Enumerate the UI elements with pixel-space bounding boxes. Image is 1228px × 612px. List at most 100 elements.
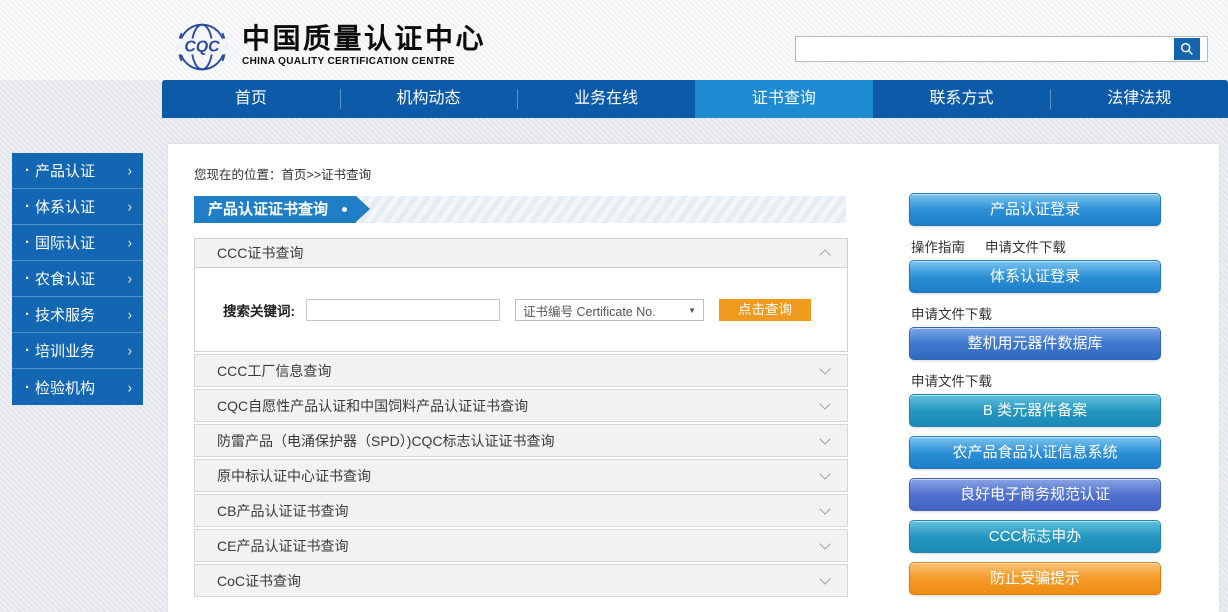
ecommerce-certification-button[interactable]: 良好电子商务规范认证 <box>909 478 1161 511</box>
breadcrumb-prefix: 您现在的位置： <box>194 168 282 182</box>
bullet-icon: · <box>25 270 30 287</box>
ccc-query-form: 搜索关键词: 证书编号 Certificate No. ▼ 点击查询 <box>223 299 811 321</box>
accordion-row-label: CB产品认证证书查询 <box>217 501 348 521</box>
sidebar-item-technical-services[interactable]: · 技术服务 › <box>12 297 143 333</box>
sidebar: · 产品认证 › · 体系认证 › · 国际认证 › · 农食认证 › · 技术… <box>12 153 143 405</box>
accordion-row-ce-certificate[interactable]: CE产品认证证书查询 <box>194 529 848 562</box>
keyword-label: 搜索关键词: <box>223 300 295 320</box>
application-download-link[interactable]: 申请文件下载 <box>911 303 992 319</box>
operation-guide-link[interactable]: 操作指南 <box>911 236 965 252</box>
sidebar-item-label: 产品认证 <box>35 160 95 181</box>
sidebar-item-label: 检验机构 <box>35 377 95 398</box>
sidebar-item-international-certification[interactable]: · 国际认证 › <box>12 225 143 261</box>
system-certification-login-button[interactable]: 体系认证登录 <box>909 260 1161 293</box>
accordion-row-label: CoC证书查询 <box>217 571 301 591</box>
nav-item-home[interactable]: 首页 <box>162 80 340 118</box>
chevron-down-icon <box>819 538 830 549</box>
accordion-row-label: CCC工厂信息查询 <box>217 361 331 381</box>
accordion-row-cb-certificate[interactable]: CB产品认证证书查询 <box>194 494 848 527</box>
bullet-icon: · <box>25 234 30 251</box>
chevron-right-icon: › <box>128 270 132 287</box>
site-title-en: CHINA QUALITY CERTIFICATION CENTRE <box>242 56 486 67</box>
ribbon-arrow-icon <box>356 196 370 222</box>
page: CQC 中国质量认证中心 CHINA QUALITY CERTIFICATION… <box>0 0 1228 612</box>
logo[interactable]: CQC 中国质量认证中心 CHINA QUALITY CERTIFICATION… <box>172 20 486 74</box>
breadcrumb-home-link[interactable]: 首页 <box>282 168 307 182</box>
nav-item-online-business[interactable]: 业务在线 <box>517 80 695 118</box>
content-panel: 您现在的位置：首页>>证书查询 产品认证证书查询 CCC证书查询 搜索关键词: … <box>167 143 1220 612</box>
certificate-type-selected-value: 证书编号 Certificate No. <box>523 301 656 320</box>
accordion-row-label: 防雷产品（电涌保护器（SPD）)CQC标志认证证书查询 <box>217 431 555 451</box>
accordion-row-former-cec[interactable]: 原中标认证中心证书查询 <box>194 459 848 492</box>
chevron-down-icon <box>819 433 830 444</box>
chevron-right-icon: › <box>128 198 132 215</box>
accordion-row-spd-lightning[interactable]: 防雷产品（电涌保护器（SPD）)CQC标志认证证书查询 <box>194 424 848 457</box>
nav-item-laws[interactable]: 法律法规 <box>1050 80 1228 118</box>
cqc-globe-logo-icon: CQC <box>172 20 232 74</box>
sidebar-item-training[interactable]: · 培训业务 › <box>12 333 143 369</box>
application-download-link[interactable]: 申请文件下载 <box>911 370 992 386</box>
accordion-header-ccc-certificate[interactable]: CCC证书查询 <box>194 238 848 268</box>
sidebar-item-label: 体系认证 <box>35 196 95 217</box>
search-button[interactable] <box>1174 38 1200 60</box>
ccc-query-form-panel: 搜索关键词: 证书编号 Certificate No. ▼ 点击查询 <box>194 268 848 352</box>
sidebar-item-label: 培训业务 <box>35 340 95 361</box>
certificate-type-select[interactable]: 证书编号 Certificate No. ▼ <box>515 299 704 321</box>
keyword-input[interactable] <box>306 299 500 321</box>
ribbon-dot-icon <box>342 207 347 212</box>
sidebar-item-agrifood-certification[interactable]: · 农食认证 › <box>12 261 143 297</box>
chevron-down-icon <box>819 503 830 514</box>
breadcrumb-separator: >> <box>307 168 322 182</box>
product-certification-login-button[interactable]: 产品认证登录 <box>909 193 1161 226</box>
component-database-button[interactable]: 整机用元器件数据库 <box>909 327 1161 360</box>
certificate-query-accordion: CCC证书查询 搜索关键词: 证书编号 Certificate No. ▼ 点击… <box>194 238 848 597</box>
sidebar-item-label: 国际认证 <box>35 232 95 253</box>
ccc-mark-application-button[interactable]: CCC标志申办 <box>909 520 1161 553</box>
accordion-row-coc-certificate[interactable]: CoC证书查询 <box>194 564 848 597</box>
fraud-prevention-button[interactable]: 防止受骗提示 <box>909 562 1161 595</box>
sidebar-item-inspection-body[interactable]: · 检验机构 › <box>12 369 143 405</box>
chevron-right-icon: › <box>128 306 132 323</box>
section-header: 产品认证证书查询 <box>194 196 846 223</box>
breadcrumb: 您现在的位置：首页>>证书查询 <box>194 164 371 183</box>
accordion-row-label: 原中标认证中心证书查询 <box>217 466 371 486</box>
chevron-right-icon: › <box>128 162 132 179</box>
logo-text: 中国质量认证中心 CHINA QUALITY CERTIFICATION CEN… <box>242 20 486 67</box>
nav-item-contact[interactable]: 联系方式 <box>873 80 1051 118</box>
chevron-down-icon <box>819 398 830 409</box>
nav-item-news[interactable]: 机构动态 <box>340 80 518 118</box>
application-download-link[interactable]: 申请文件下载 <box>985 236 1066 252</box>
sidebar-item-system-certification[interactable]: · 体系认证 › <box>12 189 143 225</box>
chevron-right-icon: › <box>128 378 132 395</box>
quick-text-links-row-2: 申请文件下载 <box>911 303 1161 319</box>
query-submit-button[interactable]: 点击查询 <box>719 299 811 321</box>
accordion-row-label: CE产品认证证书查询 <box>217 536 348 556</box>
bullet-icon: · <box>25 342 30 359</box>
search-input[interactable] <box>800 37 1166 61</box>
search-icon <box>1179 41 1195 57</box>
bullet-icon: · <box>25 198 30 215</box>
bullet-icon: · <box>25 379 30 396</box>
accordion-row-ccc-factory-info[interactable]: CCC工厂信息查询 <box>194 354 848 387</box>
chevron-right-icon: › <box>128 234 132 251</box>
chevron-up-icon <box>819 249 830 260</box>
site-title-cn: 中国质量认证中心 <box>242 23 486 55</box>
nav-item-certificate-query[interactable]: 证书查询 <box>695 80 873 118</box>
accordion-row-cqc-voluntary-feed[interactable]: CQC自愿性产品认证和中国饲料产品认证证书查询 <box>194 389 848 422</box>
quick-text-links-row-1: 操作指南 申请文件下载 <box>911 236 1161 252</box>
sidebar-item-product-certification[interactable]: · 产品认证 › <box>12 153 143 189</box>
svg-text:CQC: CQC <box>184 39 220 56</box>
accordion-row-label: CQC自愿性产品认证和中国饲料产品认证证书查询 <box>217 396 528 416</box>
section-title: 产品认证证书查询 <box>194 196 356 223</box>
main-nav: 首页 机构动态 业务在线 证书查询 联系方式 法律法规 <box>162 80 1228 118</box>
class-b-component-filing-button[interactable]: B 类元器件备案 <box>909 394 1161 427</box>
chevron-down-icon <box>819 573 830 584</box>
dropdown-caret-icon: ▼ <box>688 306 696 315</box>
bullet-icon: · <box>25 162 30 179</box>
agrifood-info-system-button[interactable]: 农产品食品认证信息系统 <box>909 436 1161 469</box>
sidebar-item-label: 技术服务 <box>35 304 95 325</box>
breadcrumb-current[interactable]: 证书查询 <box>321 168 371 182</box>
chevron-down-icon <box>819 468 830 479</box>
sidebar-item-label: 农食认证 <box>35 268 95 289</box>
quick-links-column: 产品认证登录 操作指南 申请文件下载 体系认证登录 申请文件下载 整机用元器件数… <box>909 193 1161 595</box>
